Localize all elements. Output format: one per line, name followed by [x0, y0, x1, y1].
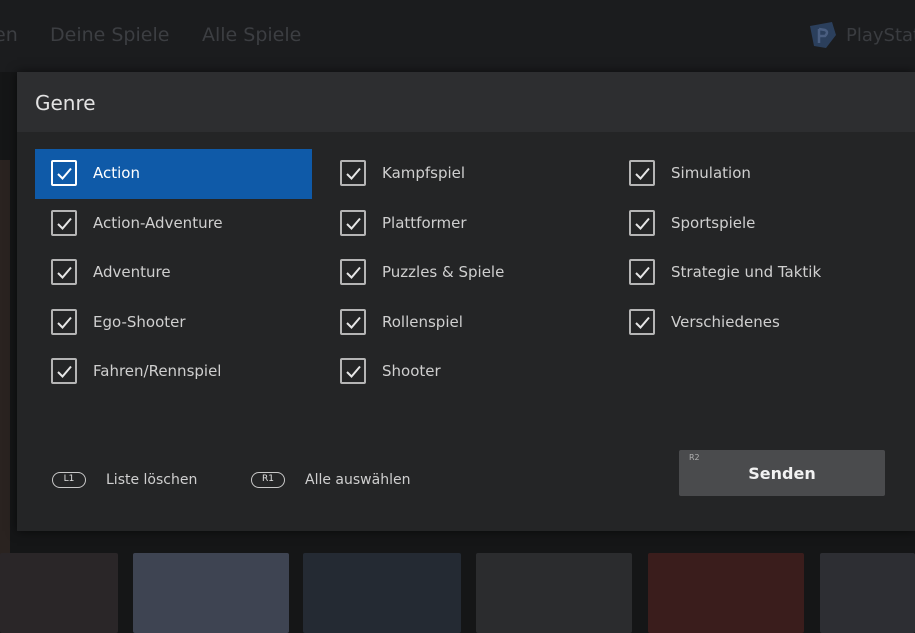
genre-option-simulation[interactable]: Simulation [613, 149, 890, 199]
genre-option-label: Kampfspiel [382, 164, 466, 182]
checkmark-icon [57, 167, 72, 180]
genre-filter-dialog: Genre Action Action-Adventure Adventure … [17, 72, 915, 531]
background-strip [0, 160, 10, 580]
genre-option-label: Fahren/Rennspiel [93, 362, 222, 380]
genre-option-strategy[interactable]: Strategie und Taktik [613, 248, 890, 298]
genre-option-puzzles[interactable]: Puzzles & Spiele [324, 248, 601, 298]
game-tile [820, 553, 915, 633]
checkmark-icon [57, 365, 72, 378]
checkbox[interactable] [340, 358, 366, 384]
checkbox[interactable] [51, 309, 77, 335]
checkmark-icon [346, 365, 361, 378]
checkmark-icon [346, 167, 361, 180]
dialog-header: Genre [17, 72, 915, 132]
checkmark-icon [635, 167, 650, 180]
genre-option-label: Puzzles & Spiele [382, 263, 505, 281]
genre-option-label: Shooter [382, 362, 441, 380]
send-button-label: Senden [748, 464, 816, 483]
checkmark-icon [57, 316, 72, 329]
game-tile [133, 553, 289, 633]
dialog-title: Genre [35, 91, 96, 115]
genre-option-racing[interactable]: Fahren/Rennspiel [35, 347, 312, 397]
checkmark-icon [346, 266, 361, 279]
checkmark-icon [57, 266, 72, 279]
genre-option-action-adventure[interactable]: Action-Adventure [35, 199, 312, 249]
send-button[interactable]: R2 Senden [679, 450, 885, 496]
game-tile [303, 553, 461, 633]
game-tile [0, 553, 118, 633]
clear-list-label: Liste löschen [106, 472, 198, 488]
background-tab-your-games: Deine Spiele [50, 24, 170, 46]
checkbox[interactable] [51, 259, 77, 285]
background-top-bar: en Deine Spiele Alle Spiele PlayStation [0, 0, 915, 72]
checkmark-icon [346, 217, 361, 230]
game-tile [476, 553, 632, 633]
checkbox[interactable] [340, 210, 366, 236]
genre-option-label: Plattformer [382, 214, 467, 232]
genre-option-ego-shooter[interactable]: Ego-Shooter [35, 298, 312, 348]
checkbox[interactable] [51, 358, 77, 384]
genre-option-label: Strategie und Taktik [671, 263, 822, 281]
clear-list-action[interactable]: L1 Liste löschen [52, 472, 232, 490]
game-tile [648, 553, 804, 633]
r2-button-tag: R2 [689, 453, 700, 462]
genre-option-misc[interactable]: Verschiedenes [613, 298, 890, 348]
genre-option-label: Simulation [671, 164, 751, 182]
genre-option-sports[interactable]: Sportspiele [613, 199, 890, 249]
checkmark-icon [635, 217, 650, 230]
checkbox[interactable] [340, 309, 366, 335]
l1-button-icon: L1 [52, 472, 86, 488]
checkbox[interactable] [51, 210, 77, 236]
checkbox[interactable] [340, 160, 366, 186]
checkmark-icon [346, 316, 361, 329]
background-tab-partial: en [0, 24, 18, 46]
genre-option-label: Rollenspiel [382, 313, 463, 331]
genre-option-label: Adventure [93, 263, 171, 281]
r1-button-icon: R1 [251, 472, 285, 488]
playstation-store-icon [810, 22, 836, 48]
genre-option-label: Sportspiele [671, 214, 756, 232]
genre-option-platformer[interactable]: Plattformer [324, 199, 601, 249]
genre-option-roleplaying[interactable]: Rollenspiel [324, 298, 601, 348]
select-all-action[interactable]: R1 Alle auswählen [251, 472, 431, 490]
checkbox[interactable] [51, 160, 77, 186]
checkbox[interactable] [629, 259, 655, 285]
checkbox[interactable] [340, 259, 366, 285]
genre-option-adventure[interactable]: Adventure [35, 248, 312, 298]
checkmark-icon [57, 217, 72, 230]
genre-option-label: Verschiedenes [671, 313, 780, 331]
genre-option-shooter[interactable]: Shooter [324, 347, 601, 397]
select-all-label: Alle auswählen [305, 472, 411, 488]
genre-option-label: Action [93, 164, 140, 182]
checkbox[interactable] [629, 160, 655, 186]
genre-option-label: Ego-Shooter [93, 313, 186, 331]
playstation-brand: PlayStation [846, 25, 915, 46]
background-tab-all-games: Alle Spiele [202, 24, 302, 46]
genre-option-fighting[interactable]: Kampfspiel [324, 149, 601, 199]
checkbox[interactable] [629, 309, 655, 335]
genre-option-action[interactable]: Action [35, 149, 312, 199]
checkmark-icon [635, 266, 650, 279]
checkbox[interactable] [629, 210, 655, 236]
checkmark-icon [635, 316, 650, 329]
genre-option-label: Action-Adventure [93, 214, 223, 232]
